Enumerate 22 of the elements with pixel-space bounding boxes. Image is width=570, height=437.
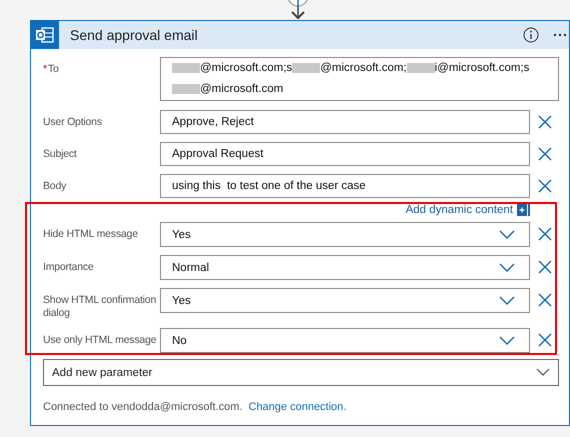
input-field[interactable]: using this to test one of the user case (160, 174, 530, 198)
field-label: User Options (43, 115, 103, 129)
field-label: Importance (43, 260, 95, 274)
connection-text: Connected to vendodda@microsoft.com. (43, 401, 242, 413)
input-field[interactable]: Approval Request (160, 142, 530, 166)
field-label: Hide HTML message (43, 227, 139, 241)
dropdown[interactable]: No (160, 328, 530, 353)
field-label: To (48, 63, 59, 75)
change-connection-link[interactable]: Change connection. (248, 401, 346, 413)
dropdown[interactable]: Yes (160, 288, 530, 313)
field-label: Show HTML confirmation dialog (43, 293, 158, 320)
dropdown[interactable]: Yes (160, 222, 530, 247)
field-label: Subject (43, 147, 78, 161)
field-label: Use only HTML message (43, 333, 158, 347)
input-field[interactable]: Approve, Reject (160, 110, 530, 134)
dropdown[interactable]: Normal (160, 255, 530, 280)
add-dynamic-content-link[interactable]: Add dynamic content (406, 204, 513, 216)
recipients-field[interactable]: @microsoft.com;s @microsoft.com; i@microsoft.com;s @microsoft.com (160, 57, 559, 101)
card-title: Send approval email (70, 27, 199, 43)
add-parameter-dropdown[interactable]: Add new parameter (43, 359, 559, 386)
required-mark: * (43, 63, 47, 75)
field-label: Body (43, 179, 68, 193)
